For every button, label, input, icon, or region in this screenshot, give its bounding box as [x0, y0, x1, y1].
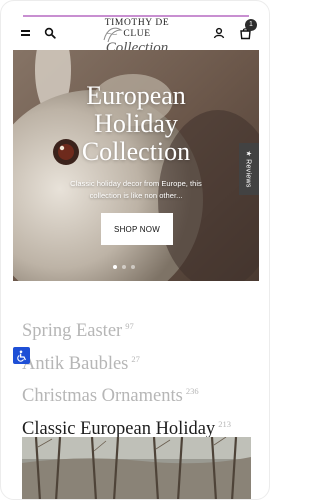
collection-item-christmas-ornaments[interactable]: Christmas Ornaments 236 [22, 378, 252, 411]
carousel-dots [113, 265, 135, 271]
collection-name: Spring Easter [22, 321, 123, 342]
cart-count-badge: 1 [245, 19, 257, 31]
search-icon[interactable] [41, 24, 59, 42]
page-frame: TIMOTHY DE CLUE Collection 1 European Ho… [0, 0, 270, 500]
collection-item-spring-easter[interactable]: Spring Easter 97 [22, 313, 252, 346]
carousel-dot[interactable] [122, 265, 126, 269]
collection-count: 213 [218, 418, 231, 429]
accessibility-button[interactable] [13, 347, 30, 364]
wheelchair-icon [16, 350, 26, 362]
carousel-dot[interactable] [113, 265, 117, 269]
collections-list: Spring Easter 97 Antik Baubles 27 Christma… [22, 313, 252, 444]
hero-banner: European Holiday Collection Classic holi… [13, 50, 259, 281]
reviews-tab-label: ★ Reviews [245, 150, 252, 188]
menu-icon[interactable] [17, 24, 35, 42]
collection-count: 97 [125, 321, 134, 331]
collection-item-antik-baubles[interactable]: Antik Baubles 27 [22, 346, 252, 379]
logo-flourish-icon [103, 27, 123, 43]
collection-count: 236 [185, 386, 199, 397]
reviews-tab[interactable]: ★ Reviews [239, 143, 259, 195]
collection-count: 27 [131, 353, 140, 364]
collection-name: Christmas Ornaments [22, 386, 183, 407]
top-accent-line [23, 15, 249, 17]
hero-title: European Holiday Collection [81, 81, 191, 166]
account-icon[interactable] [210, 24, 228, 42]
site-header: TIMOTHY DE CLUE Collection 1 [13, 18, 259, 56]
shop-now-button[interactable]: SHOP NOW [101, 213, 173, 245]
carousel-dot[interactable] [131, 265, 135, 269]
site-logo[interactable]: TIMOTHY DE CLUE Collection [91, 18, 183, 56]
collection-preview-image [22, 437, 251, 499]
cart-icon[interactable]: 1 [236, 19, 257, 42]
collection-name: Antik Baubles [22, 353, 129, 374]
hero-subtitle: Classic holiday decor from Europe, this … [70, 179, 202, 200]
